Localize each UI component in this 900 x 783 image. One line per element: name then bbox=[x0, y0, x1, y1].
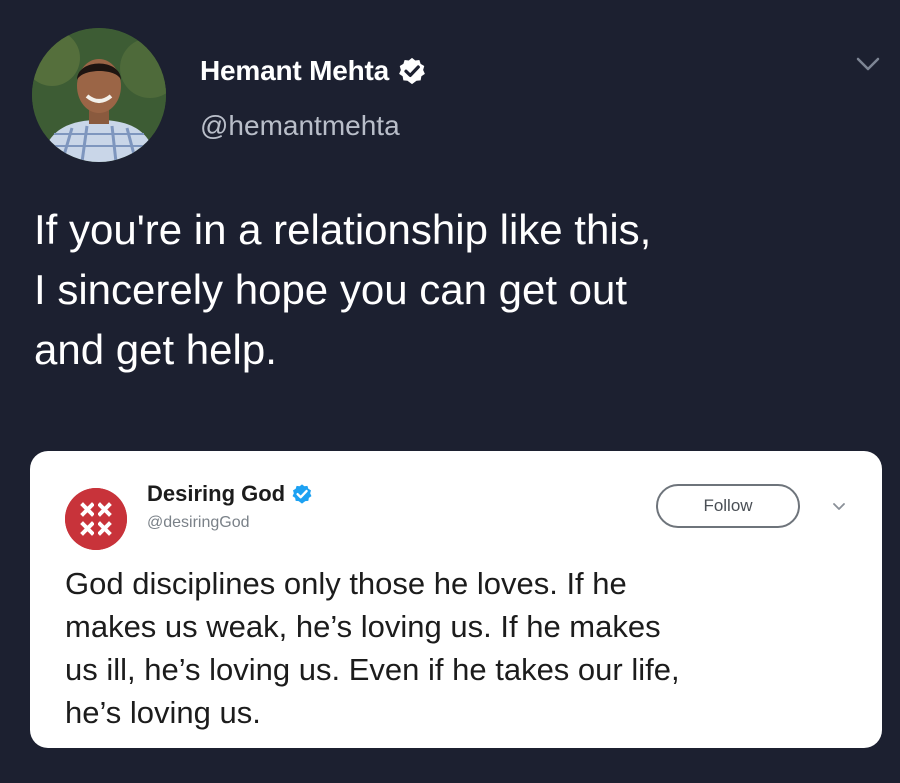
avatar[interactable] bbox=[32, 28, 166, 162]
author-name-row: Hemant Mehta bbox=[200, 55, 427, 87]
follow-button[interactable]: Follow bbox=[656, 484, 800, 528]
quoted-tweet-card[interactable]: Desiring God @desiringGod Follow God dis… bbox=[30, 451, 882, 748]
quoted-author-handle[interactable]: @desiringGod bbox=[147, 514, 250, 532]
author-display-name[interactable]: Hemant Mehta bbox=[200, 55, 389, 87]
profile-photo-icon bbox=[32, 28, 166, 162]
outer-tweet: Hemant Mehta @hemantmehta If you're in a… bbox=[0, 0, 900, 783]
verified-badge-icon bbox=[397, 56, 427, 86]
verified-badge-icon bbox=[291, 483, 313, 505]
author-handle[interactable]: @hemantmehta bbox=[200, 110, 400, 142]
tweet-text: If you're in a relationship like this, I… bbox=[34, 206, 652, 373]
desiring-god-logo-icon[interactable] bbox=[65, 488, 127, 550]
chevron-down-icon[interactable] bbox=[853, 54, 883, 74]
quoted-author-name-row: Desiring God bbox=[147, 481, 313, 507]
quoted-author-display-name[interactable]: Desiring God bbox=[147, 481, 285, 507]
chevron-down-icon[interactable] bbox=[831, 501, 847, 513]
quoted-tweet-text: God disciplines only those he loves. If … bbox=[65, 566, 680, 730]
